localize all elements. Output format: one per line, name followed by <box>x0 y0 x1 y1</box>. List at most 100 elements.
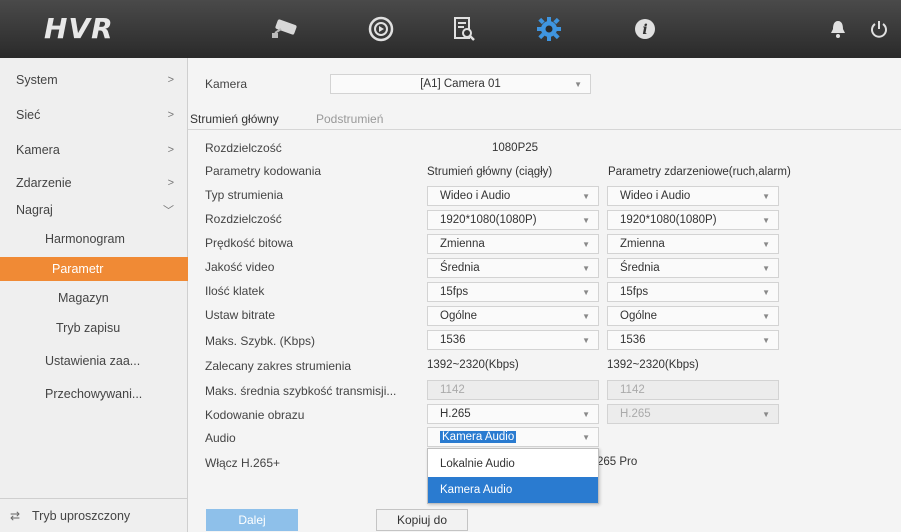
sidebar-item-label: Zdarzenie <box>16 176 72 190</box>
bitrate-type-label: Prędkość bitowa <box>205 236 294 250</box>
video-encoding-select[interactable]: H.265 ▼ <box>427 404 599 424</box>
chevron-right-icon: > <box>167 144 174 156</box>
settings-icon[interactable] <box>532 14 566 44</box>
switch-icon: ⇄ <box>10 508 21 523</box>
simplified-mode-label: Tryb uproszczony <box>32 508 131 523</box>
top-navigation-bar: HVR i <box>0 0 901 58</box>
chevron-right-icon: > <box>167 177 174 189</box>
select-value: 1920*1080(1080P) <box>440 214 537 226</box>
select-value: Ogólne <box>620 310 658 322</box>
select-value: Wideo i Audio <box>620 190 691 202</box>
stream-type-select[interactable]: Wideo i Audio ▼ <box>427 186 599 206</box>
stream-type-event-select[interactable]: Wideo i Audio ▼ <box>607 186 779 206</box>
resolution-label: Rozdzielczość <box>205 141 282 155</box>
column-header-event-params: Parametry zdarzeniowe(ruch,alarm) <box>608 166 791 178</box>
chevron-down-icon: ▼ <box>574 80 582 89</box>
sidebar-item-label: Sieć <box>16 108 41 122</box>
search-icon[interactable] <box>447 14 481 44</box>
select-value: 1536 <box>440 334 466 346</box>
resolution-value: 1080P25 <box>492 142 539 154</box>
playback-icon[interactable] <box>364 14 398 44</box>
max-avg-bitrate-event-field: 1142 <box>607 380 779 400</box>
sidebar-item-record[interactable]: Nagraj ﹀ <box>0 198 188 222</box>
sidebar-subitem-schedule[interactable]: Harmonogram <box>0 227 188 251</box>
video-quality-event-select[interactable]: Średnia ▼ <box>607 258 779 278</box>
resolution-row-label: Rozdzielczość <box>205 212 282 226</box>
recommended-range-event-value: 1392~2320(Kbps) <box>607 359 699 371</box>
audio-select[interactable]: Kamera Audio ▼ <box>427 427 599 447</box>
frame-rate-select[interactable]: 15fps ▼ <box>427 282 599 302</box>
select-value: H.265 <box>440 408 471 420</box>
chevron-down-icon: ▼ <box>762 410 770 419</box>
recommended-range-value: 1392~2320(Kbps) <box>427 359 519 371</box>
sidebar-item-event[interactable]: Zdarzenie > <box>0 171 188 195</box>
camera-icon[interactable] <box>268 14 302 44</box>
sidebar-subitem-parameters[interactable]: Parametr <box>0 257 188 281</box>
frame-rate-event-select[interactable]: 15fps ▼ <box>607 282 779 302</box>
sidebar-item-network[interactable]: Sieć > <box>0 103 188 127</box>
chevron-down-icon: ▼ <box>582 264 590 273</box>
sidebar-item-label: Ustawienia zaa... <box>45 354 141 368</box>
sidebar-subitem-advanced-settings[interactable]: Ustawienia zaa... <box>0 349 188 373</box>
sidebar-item-label: Kamera <box>16 143 60 157</box>
chevron-down-icon: ▼ <box>582 240 590 249</box>
camera-select-value: [A1] Camera 01 <box>420 78 501 90</box>
select-value: Zmienna <box>620 238 665 250</box>
svg-text:i: i <box>642 22 647 38</box>
chevron-right-icon: > <box>167 74 174 86</box>
video-encoding-event-select: H.265 ▼ <box>607 404 779 424</box>
field-value: 1142 <box>620 384 645 396</box>
chevron-down-icon: ▼ <box>582 410 590 419</box>
resolution-select[interactable]: 1920*1080(1080P) ▼ <box>427 210 599 230</box>
audio-label: Audio <box>205 431 236 445</box>
copy-to-button[interactable]: Kopiuj do <box>376 509 468 531</box>
power-icon[interactable] <box>866 14 892 44</box>
sidebar-item-camera[interactable]: Kamera > <box>0 138 188 162</box>
video-quality-select[interactable]: Średnia ▼ <box>427 258 599 278</box>
select-value: H.265 <box>620 408 651 420</box>
alarm-icon[interactable] <box>826 14 850 44</box>
simplified-mode-toggle[interactable]: ⇄ Tryb uproszczony <box>0 498 188 532</box>
column-header-main-stream: Strumień główny (ciągły) <box>427 166 553 178</box>
bitrate-setting-select[interactable]: Ogólne ▼ <box>427 306 599 326</box>
chevron-right-icon: > <box>167 109 174 121</box>
sidebar-subitem-archive[interactable]: Przechowywani... <box>0 382 188 406</box>
audio-option-local[interactable]: Lokalnie Audio <box>428 451 598 477</box>
bitrate-setting-event-select[interactable]: Ogólne ▼ <box>607 306 779 326</box>
select-value: Średnia <box>440 262 480 274</box>
camera-select[interactable]: [A1] Camera 01 ▼ <box>330 74 591 94</box>
sidebar-item-label: Tryb zapisu <box>56 321 121 335</box>
max-bitrate-select[interactable]: 1536 ▼ <box>427 330 599 350</box>
chevron-down-icon: ▼ <box>762 240 770 249</box>
chevron-down-icon: ▼ <box>762 312 770 321</box>
resolution-event-select[interactable]: 1920*1080(1080P) ▼ <box>607 210 779 230</box>
bitrate-setting-label: Ustaw bitrate <box>205 308 276 322</box>
audio-option-camera[interactable]: Kamera Audio <box>428 477 598 503</box>
audio-select-value: Kamera Audio <box>440 431 517 443</box>
tab-sub-stream[interactable]: Podstrumień <box>316 112 383 130</box>
bitrate-type-event-select[interactable]: Zmienna ▼ <box>607 234 779 254</box>
next-button[interactable]: Dalej <box>206 509 298 531</box>
tab-main-stream[interactable]: Strumień główny <box>190 112 279 130</box>
select-value: 1536 <box>620 334 646 346</box>
info-icon[interactable]: i <box>628 14 662 44</box>
max-bitrate-event-select[interactable]: 1536 ▼ <box>607 330 779 350</box>
chevron-down-icon: ▼ <box>582 216 590 225</box>
select-value: Średnia <box>620 262 660 274</box>
select-value: Zmienna <box>440 238 485 250</box>
chevron-down-icon: ﹀ <box>163 205 174 217</box>
chevron-down-icon: ▼ <box>582 336 590 345</box>
bitrate-type-select[interactable]: Zmienna ▼ <box>427 234 599 254</box>
sidebar: System > Sieć > Kamera > Zdarzenie > Nag… <box>0 58 188 532</box>
chevron-down-icon: ▼ <box>762 264 770 273</box>
sidebar-item-label: Harmonogram <box>45 232 125 246</box>
chevron-down-icon: ▼ <box>582 312 590 321</box>
sidebar-item-label: System <box>16 73 58 87</box>
sidebar-subitem-storage[interactable]: Magazyn <box>0 286 188 310</box>
sidebar-item-label: Przechowywani... <box>45 387 143 401</box>
sidebar-item-system[interactable]: System > <box>0 68 188 92</box>
tabs-divider <box>188 129 901 130</box>
chevron-down-icon: ▼ <box>762 192 770 201</box>
sidebar-subitem-record-mode[interactable]: Tryb zapisu <box>0 316 188 340</box>
audio-dropdown-menu: Lokalnie Audio Kamera Audio <box>427 448 599 504</box>
